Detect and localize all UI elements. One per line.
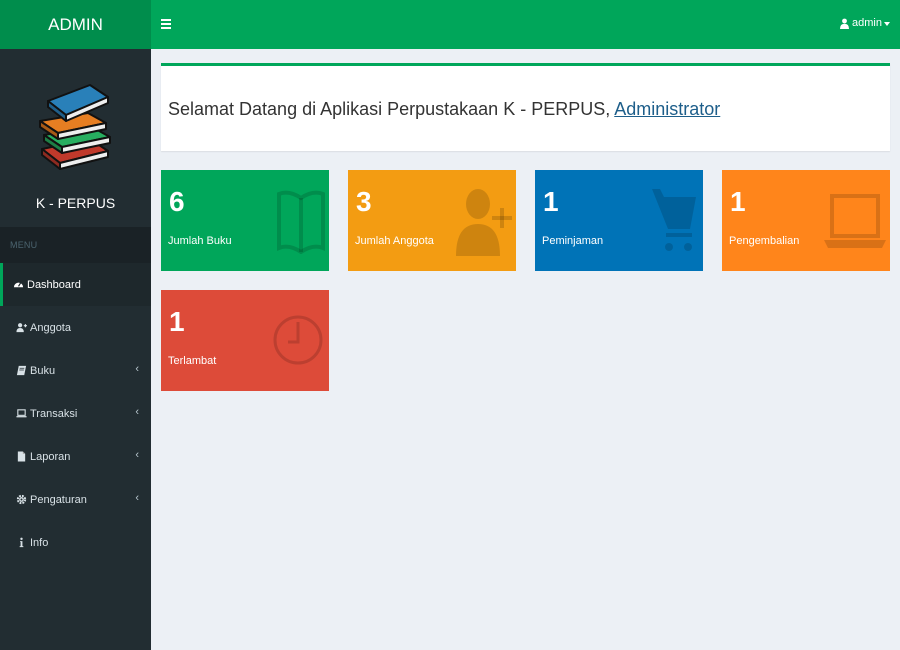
stat-value: 1 <box>543 186 559 217</box>
sidebar-item-label: Laporan <box>30 450 71 463</box>
sidebar-item-buku[interactable]: Buku ‹ <box>0 349 151 392</box>
book-open-icon <box>277 190 325 254</box>
user-icon <box>840 18 850 29</box>
chevron-left-icon: ‹ <box>135 492 139 504</box>
stat-label: Pengembalian <box>729 235 800 247</box>
book-icon <box>14 364 28 378</box>
sidebar-item-dashboard[interactable]: Dashboard <box>0 263 151 306</box>
welcome-text: Selamat Datang di Aplikasi Perpustakaan … <box>168 99 615 119</box>
sidebar-item-label: Anggota <box>30 321 71 334</box>
user-panel: K - PERPUS <box>0 49 151 227</box>
user-plus-icon <box>14 321 28 335</box>
cart-icon <box>652 189 696 251</box>
sidebar-item-label: Buku <box>30 364 56 377</box>
logo[interactable]: ADMIN <box>0 0 151 49</box>
stat-box-jumlah-anggota[interactable]: 3 Jumlah Anggota <box>348 170 516 271</box>
laptop-icon <box>14 407 28 421</box>
chevron-left-icon: ‹ <box>135 449 139 461</box>
app-name: K - PERPUS <box>35 195 116 211</box>
sidebar-toggle-icon[interactable] <box>161 17 171 31</box>
stat-value: 1 <box>169 306 185 337</box>
stat-value: 3 <box>356 186 372 217</box>
administrator-link[interactable]: Administrator <box>614 99 720 119</box>
sidebar-item-pengaturan[interactable]: Pengaturan ‹ <box>0 478 151 521</box>
dashboard-icon <box>11 278 25 292</box>
gear-icon <box>14 493 28 507</box>
welcome-message: Selamat Datang di Aplikasi Perpustakaan … <box>168 99 720 120</box>
stat-box-jumlah-buku[interactable]: 6 Jumlah Buku <box>161 170 329 271</box>
sidebar-item-label: Dashboard <box>27 278 81 291</box>
caret-down-icon <box>884 21 890 26</box>
stat-label: Jumlah Anggota <box>355 235 434 247</box>
sidebar-item-label: Info <box>30 536 49 549</box>
clock-icon <box>273 315 323 365</box>
sidebar-item-transaksi[interactable]: Transaksi ‹ <box>0 392 151 435</box>
menu-header: MENU <box>0 227 151 263</box>
sidebar-item-laporan[interactable]: Laporan ‹ <box>0 435 151 478</box>
file-icon <box>14 450 28 464</box>
stat-box-peminjaman[interactable]: 1 Peminjaman <box>535 170 703 271</box>
stat-label: Terlambat <box>168 355 217 367</box>
welcome-box: Selamat Datang di Aplikasi Perpustakaan … <box>161 63 890 151</box>
stat-box-terlambat[interactable]: 1 Terlambat <box>161 290 329 391</box>
stat-box-pengembalian[interactable]: 1 Pengembalian <box>722 170 890 271</box>
sidebar: ADMIN K - PERPUS MENU Dashboard Anggota … <box>0 0 151 650</box>
stat-label: Jumlah Buku <box>168 235 232 247</box>
stat-label: Peminjaman <box>542 235 604 247</box>
stat-value: 1 <box>730 186 746 217</box>
chevron-left-icon: ‹ <box>135 406 139 418</box>
laptop-icon <box>824 194 886 248</box>
sidebar-item-anggota[interactable]: Anggota <box>0 306 151 349</box>
books-logo-icon <box>38 84 111 170</box>
info-icon <box>14 536 28 550</box>
top-navbar: admin <box>151 0 900 49</box>
user-menu[interactable]: admin <box>840 17 890 29</box>
chevron-left-icon: ‹ <box>135 363 139 375</box>
user-name: admin <box>852 17 882 29</box>
sidebar-item-label: Transaksi <box>30 407 78 420</box>
stat-value: 6 <box>169 186 185 217</box>
user-plus-icon <box>456 189 512 256</box>
sidebar-item-info[interactable]: Info <box>0 521 151 564</box>
sidebar-item-label: Pengaturan <box>30 493 87 506</box>
